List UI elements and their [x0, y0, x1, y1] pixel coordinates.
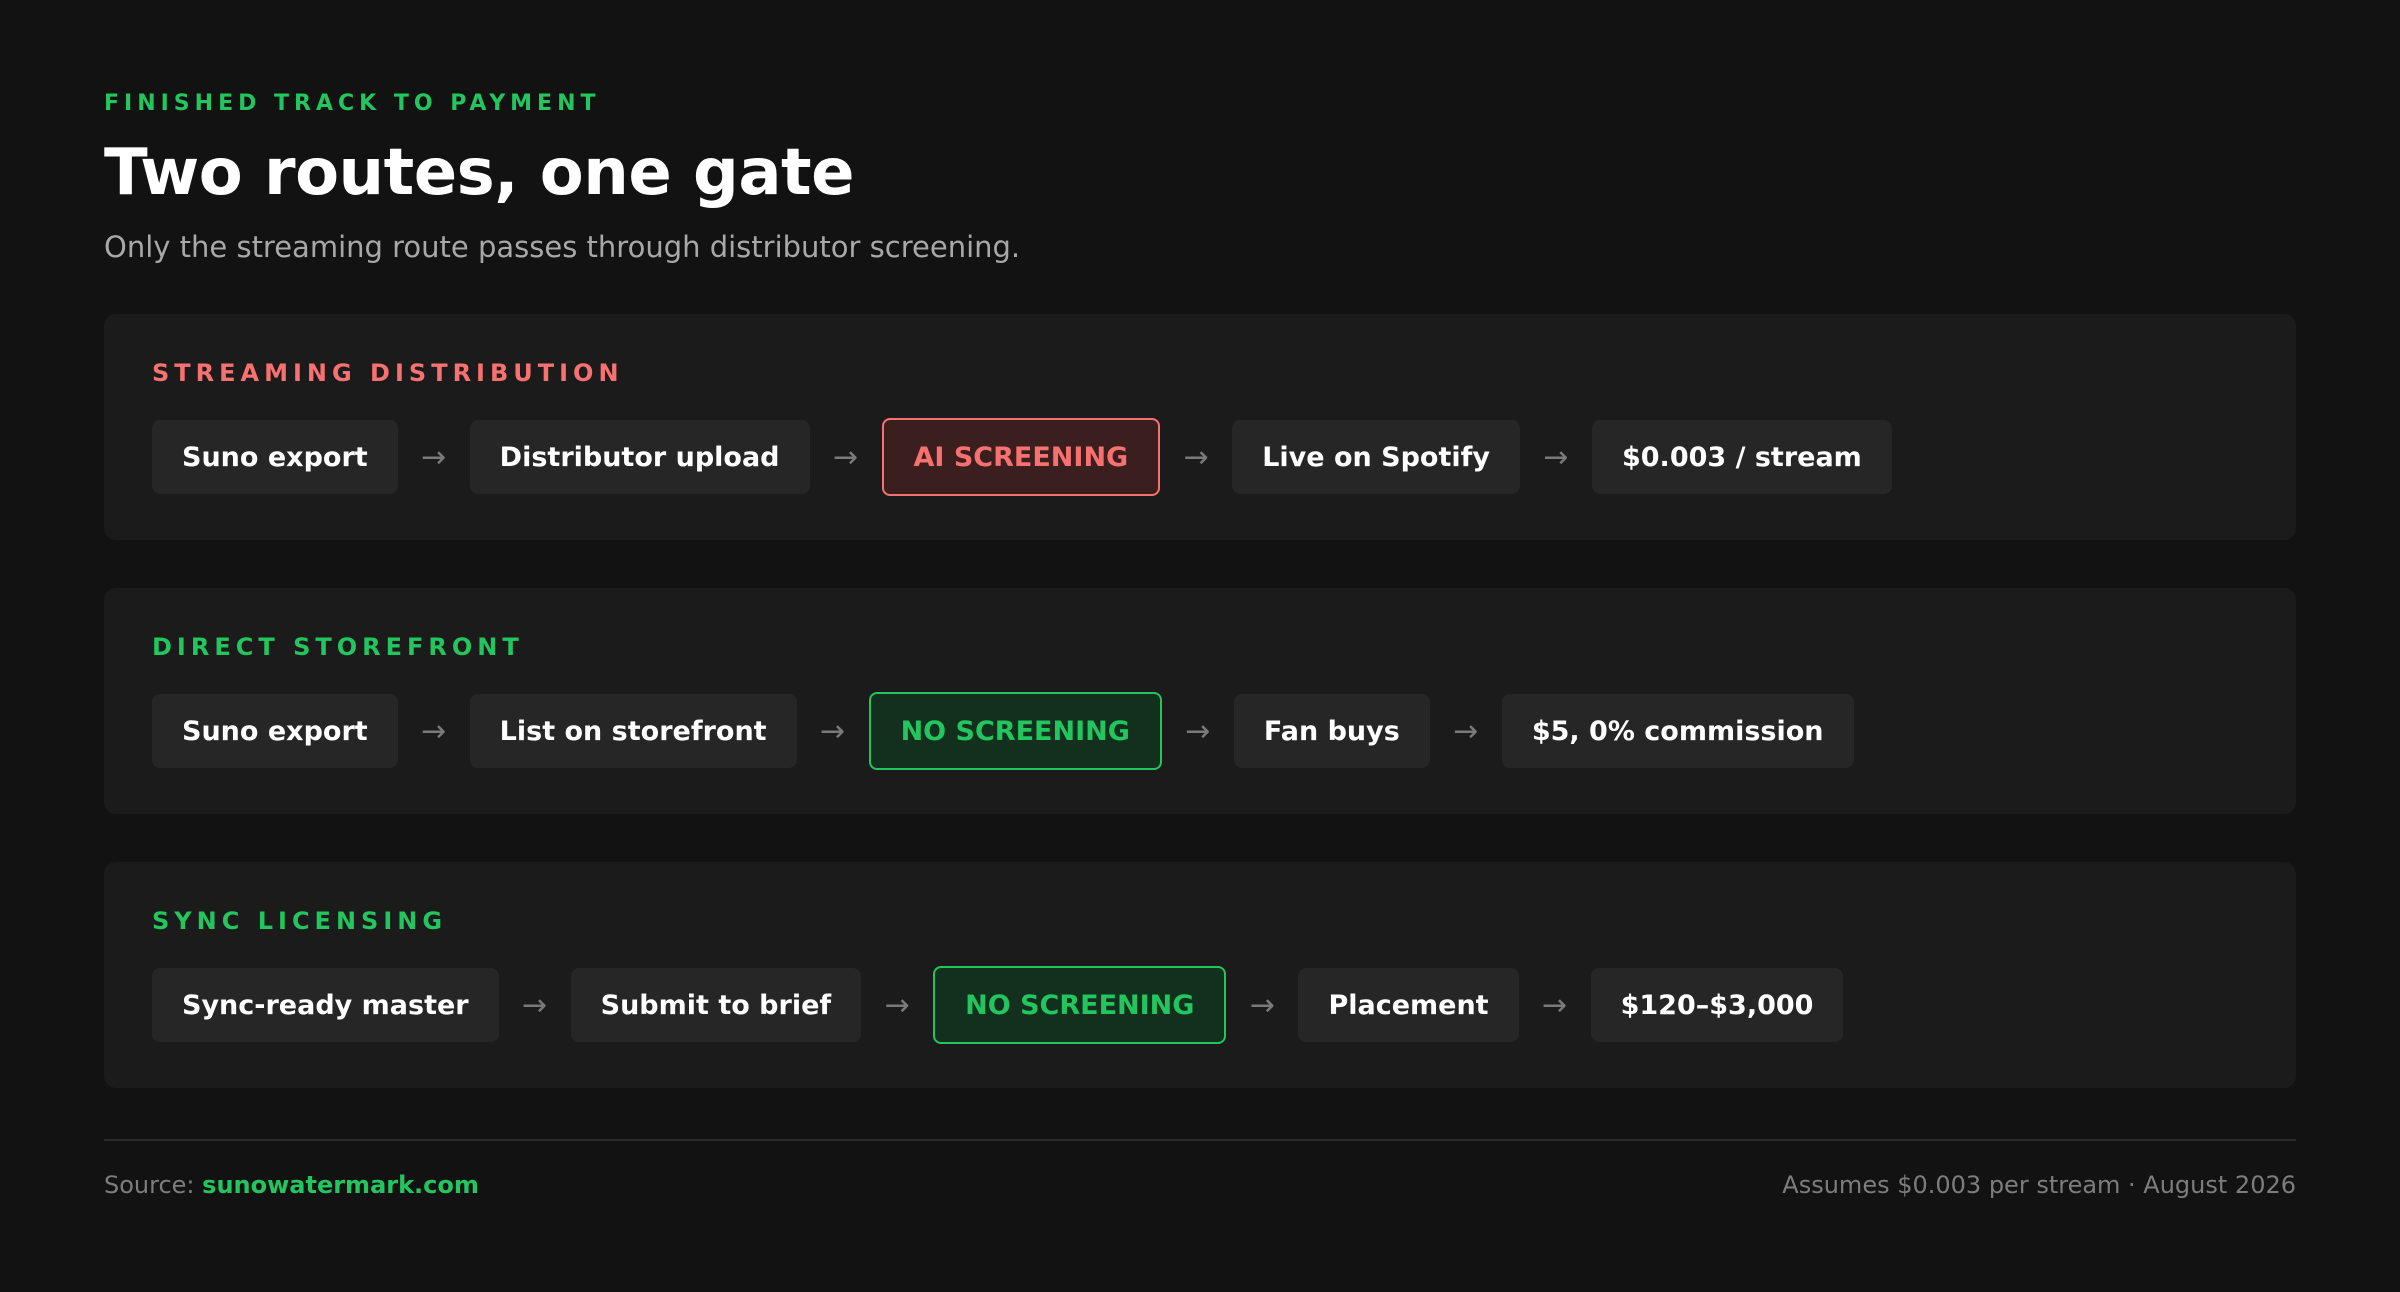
- arrow-icon: →: [522, 987, 548, 1023]
- route-label: SYNC LICENSING: [152, 907, 448, 935]
- arrow-icon: →: [884, 987, 910, 1023]
- flow-step: List on storefront: [469, 694, 797, 768]
- page-subtitle: Only the streaming route passes through …: [104, 230, 1021, 264]
- flow-step: Submit to brief: [570, 968, 862, 1042]
- route-flow: Suno export → Distributor upload → AI SCREEN…: [152, 418, 1892, 496]
- route-panel-sync: SYNC LICENSING Sync-ready master → Submit …: [104, 862, 2296, 1088]
- no-screening-badge: NO SCREENING: [868, 692, 1162, 770]
- flow-step: $0.003 / stream: [1591, 420, 1892, 494]
- route-flow: Suno export → List on storefront → NO SCREEN…: [152, 692, 1854, 770]
- arrow-icon: →: [1453, 713, 1479, 749]
- arrow-icon: →: [820, 713, 846, 749]
- flow-step: $5, 0% commission: [1501, 694, 1854, 768]
- flow-step: Placement: [1298, 968, 1519, 1042]
- arrow-icon: →: [832, 439, 859, 475]
- footer-divider: [104, 1139, 2296, 1141]
- footer-source: Source: sunowatermark.com: [104, 1171, 479, 1199]
- eyebrow-label: FINISHED TRACK TO PAYMENT: [104, 91, 601, 116]
- source-prefix: Source:: [104, 1171, 195, 1199]
- footer-note: Assumes $0.003 per stream · August 2026: [1782, 1171, 2296, 1199]
- arrow-icon: →: [421, 439, 447, 475]
- route-label: DIRECT STOREFRONT: [152, 633, 524, 661]
- flow-step: Sync-ready master: [152, 968, 499, 1042]
- arrow-icon: →: [421, 713, 447, 749]
- flow-step: Fan buys: [1233, 694, 1430, 768]
- route-label: STREAMING DISTRIBUTION: [152, 359, 624, 387]
- arrow-icon: →: [1543, 439, 1569, 475]
- source-link[interactable]: sunowatermark.com: [202, 1171, 479, 1199]
- arrow-icon: →: [1185, 713, 1211, 749]
- flow-step: Live on Spotify: [1232, 420, 1520, 494]
- arrow-icon: →: [1183, 439, 1209, 475]
- no-screening-badge: NO SCREENING: [933, 966, 1227, 1044]
- screening-gate-badge: AI SCREENING: [881, 418, 1161, 496]
- route-flow: Sync-ready master → Submit to brief → NO SCR…: [152, 966, 1844, 1044]
- page-title: Two routes, one gate: [104, 136, 855, 210]
- arrow-icon: →: [1542, 987, 1568, 1023]
- flow-step: $120–$3,000: [1590, 968, 1844, 1042]
- route-panel-storefront: DIRECT STOREFRONT Suno export → List on st…: [104, 588, 2296, 814]
- flow-step: Distributor upload: [469, 420, 810, 494]
- flow-step: Suno export: [152, 694, 398, 768]
- flow-step: Suno export: [152, 420, 398, 494]
- arrow-icon: →: [1249, 987, 1275, 1023]
- route-panel-streaming: STREAMING DISTRIBUTION Suno export → Distr…: [104, 314, 2296, 540]
